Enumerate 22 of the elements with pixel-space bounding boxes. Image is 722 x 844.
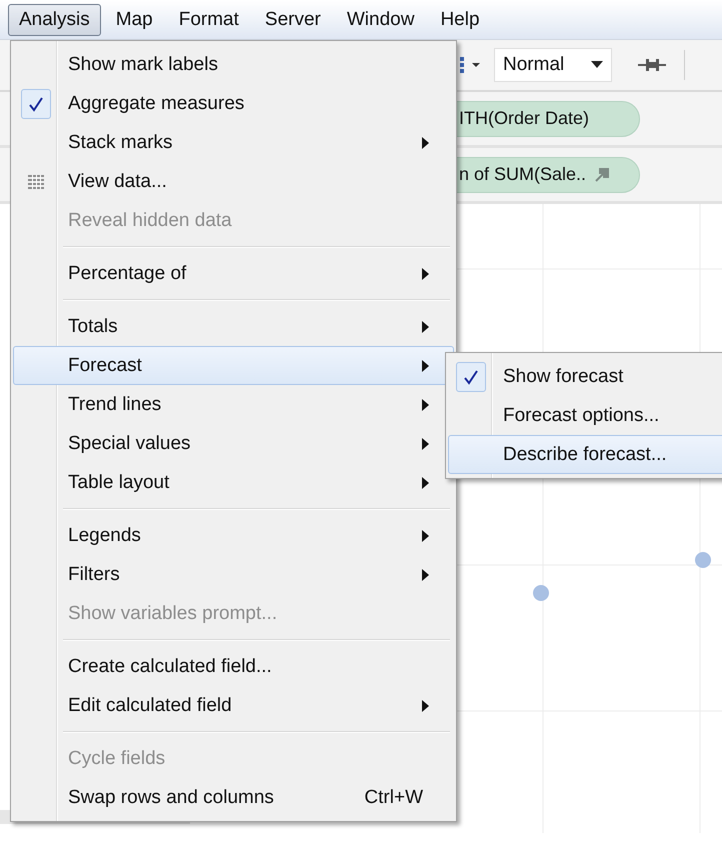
view-mode-dropdown[interactable]: Normal	[494, 48, 612, 82]
menu-bar-item[interactable]: Format	[168, 4, 250, 36]
menu-item[interactable]: Forecast	[13, 346, 454, 385]
menu-item[interactable]: Swap rows and columns Ctrl+W	[13, 778, 454, 817]
menu-bar-item[interactable]: Analysis	[8, 4, 101, 36]
data-point	[533, 585, 549, 601]
menu-item[interactable]: Filters	[13, 555, 454, 594]
menu-item[interactable]: Show mark labels	[13, 45, 454, 84]
menu-item[interactable]: Create calculated field...	[13, 647, 454, 686]
menu-bar-item[interactable]: Map	[104, 4, 164, 36]
menu-item[interactable]: Percentage of	[13, 254, 454, 293]
caret-icon	[591, 61, 603, 69]
data-point	[695, 552, 711, 568]
menu-bar-item[interactable]: Server	[254, 4, 332, 36]
menu-bar-item[interactable]: Help	[429, 4, 491, 36]
menu-item[interactable]: Edit calculated field	[13, 686, 454, 725]
menu-bar-item[interactable]: Window	[336, 4, 426, 36]
arrow-icon	[594, 166, 610, 182]
menu-item[interactable]: Legends	[13, 516, 454, 555]
menu-item[interactable]: Describe forecast...	[448, 435, 722, 474]
pin-icon[interactable]	[638, 57, 666, 73]
menu-item[interactable]: Totals	[13, 307, 454, 346]
